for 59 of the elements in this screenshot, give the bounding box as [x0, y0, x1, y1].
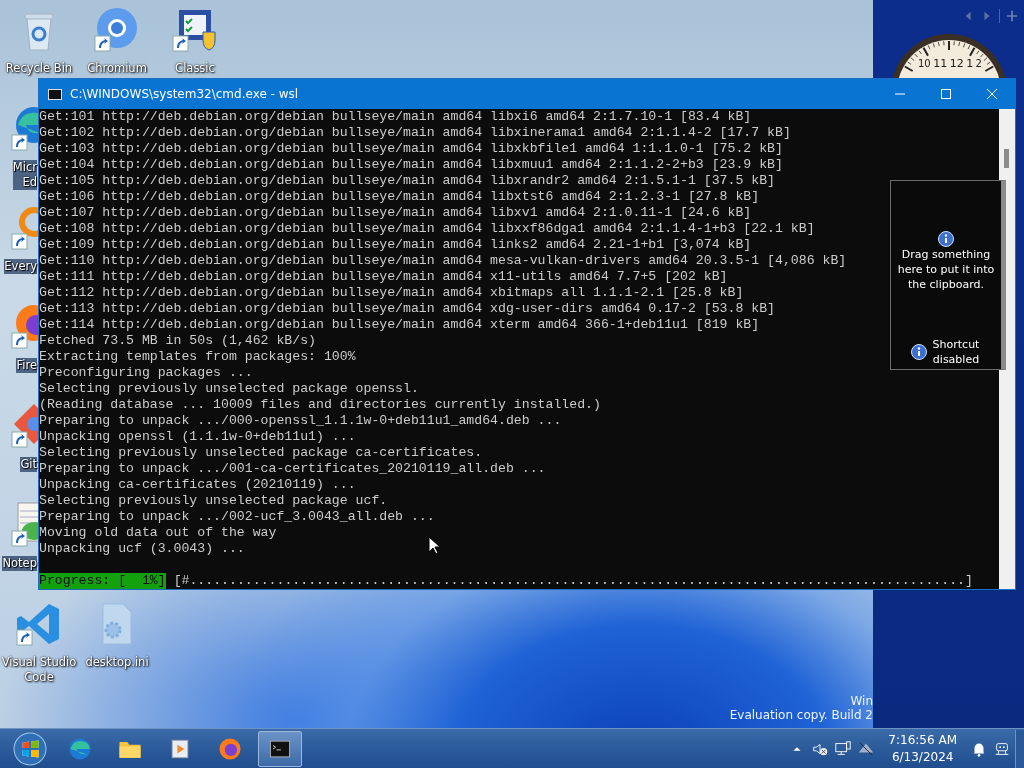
terminal-line: Get:104 http://deb.debian.org/debian bullseye/main amd64 libxmuu1 amd64 2:1.1.2-2+b3 [23.9 kB]	[39, 157, 783, 173]
terminal-line: Moving old data out of the way	[39, 525, 277, 541]
terminal-line: Fetched 73.5 MB in 50s (1,462 kB/s)	[39, 333, 316, 349]
clock-date[interactable]: 6/13/2024	[888, 748, 957, 766]
desktop-icon-label[interactable]: Git	[20, 457, 37, 472]
clock-numeral: 2	[975, 58, 982, 70]
clock-numeral: 10	[918, 58, 931, 70]
progress-label: Progress: [ 1%]	[39, 573, 166, 589]
start-orb-icon	[13, 731, 47, 766]
desktop-icon-label[interactable]: Notep	[2, 556, 37, 571]
watermark-text: Win	[849, 694, 873, 708]
desktop-icon-label[interactable]: Every	[4, 259, 37, 274]
terminal-line: Get:105 http://deb.debian.org/debian bullseye/main amd64 libxrandr2 amd64 2:1.5.1-1 [37.5 kB]	[39, 173, 775, 189]
terminal-line: Get:110 http://deb.debian.org/debian bullseye/main amd64 mesa-vulkan-drivers amd64 20.3.5-1 [4,086 kB]	[39, 253, 847, 269]
desktop-icon-label[interactable]: Fire	[16, 358, 37, 373]
clock-time[interactable]: 7:16:56 AM	[888, 731, 957, 749]
terminal-line: Get:107 http://deb.debian.org/debian bullseye/main amd64 libxv1 amd64 2:1.0.11-1 [24.6 kB]	[39, 205, 752, 221]
taskbar-button[interactable]	[258, 730, 302, 767]
clock-numeral: 11	[933, 58, 948, 70]
terminal-line: Unpacking ucf (3.0043) ...	[39, 541, 245, 557]
watermark-text: Evaluation copy. Build 2	[729, 708, 873, 722]
close-icon	[986, 88, 998, 100]
info-icon	[938, 231, 954, 247]
terminal-line: Unpacking openssl (1.1.1w-0+deb11u1) ...	[39, 429, 356, 445]
network-icon[interactable]	[834, 739, 853, 758]
terminal-line: Get:101 http://deb.debian.org/debian bullseye/main amd64 libxi6 amd64 2:1.7.10-1 [83.4 kB]	[39, 109, 752, 125]
clock-numeral: 12	[949, 58, 964, 70]
plus-icon[interactable]	[1006, 10, 1018, 22]
mouse-pointer-icon	[428, 536, 440, 555]
progress-text: [#..................................................................................................]	[173, 573, 973, 589]
terminal-line: Get:111 http://deb.debian.org/debian bullseye/main amd64 x11-utils amd64 7.7+5 [202 kB]	[39, 269, 728, 285]
terminal-line: Get:112 http://deb.debian.org/debian bullseye/main amd64 xbitmaps all 1.1.1-2.1 [25.8 kB]	[39, 285, 744, 301]
window-title: C:\WINDOWS\system32\cmd.exe - wsl	[70, 87, 299, 101]
info-icon	[911, 344, 927, 360]
terminal-line: Preparing to unpack .../000-openssl_1.1.1w-0+deb11u1_amd64.deb ...	[39, 413, 562, 429]
magnifier-icon[interactable]	[10, 204, 38, 252]
terminal-line: Get:103 http://deb.debian.org/debian bullseye/main amd64 libxkbfile1 amd64 1:1.1.0-1 [75.2 kB]	[39, 141, 783, 157]
terminal-line: Get:113 http://deb.debian.org/debian bullseye/main amd64 xdg-user-dirs amd64 0.17-2 [53.8 kB]	[39, 301, 775, 317]
terminal-line: Selecting previously unselected package openssl.	[39, 381, 419, 397]
terminal-line: Unpacking ca-certificates (20210119) ...	[39, 477, 356, 493]
terminal-line: Preparing to unpack .../001-ca-certificates_20210119_all.deb ...	[39, 461, 546, 477]
terminal-line: Preparing to unpack .../002-ucf_3.0043_all.deb ...	[39, 509, 435, 525]
terminal-line: Get:102 http://deb.debian.org/debian bullseye/main amd64 libxinerama1 amd64 2:1.1.4-2 [17.7 kB]	[39, 125, 791, 141]
terminal-line: Get:109 http://deb.debian.org/debian bullseye/main amd64 links2 amd64 2.21-1+b1 [3,074 kB]	[39, 237, 752, 253]
desktop-icon-label[interactable]: Micr Ed	[12, 160, 37, 190]
terminal-line: Get:108 http://deb.debian.org/debian bullseye/main amd64 libxxf86dga1 amd64 2:1.1.4-1+b3 [22.1 kB]	[39, 221, 815, 237]
terminal-line: Extracting templates from packages: 100%	[39, 349, 356, 365]
terminal-line: Selecting previously unselected package ca-certificates.	[39, 445, 483, 461]
terminal-icon	[48, 88, 62, 100]
terminal-line: Selecting previously unselected package ucf.	[39, 493, 388, 509]
clipboard-hint: Drag something here to put it into the clipboard.	[896, 247, 996, 292]
terminal-line: Get:114 http://deb.debian.org/debian bullseye/main amd64 xterm amd64 366-1+deb11u1 [819 kB]	[39, 317, 760, 333]
shortcut-status: Shortcut disabled	[931, 337, 981, 367]
terminal-line: (Reading database ... 10009 files and directories currently installed.)	[39, 397, 601, 413]
terminal-line: Preconfiguring packages ...	[39, 365, 253, 381]
terminal-line: Get:106 http://deb.debian.org/debian bullseye/main amd64 libxtst6 amd64 2:1.2.3-1 [27.8 kB]	[39, 189, 760, 205]
clock-numeral: 1	[966, 58, 974, 70]
scrollbar-thumb[interactable]	[1004, 149, 1009, 168]
maximize-icon	[940, 88, 952, 100]
